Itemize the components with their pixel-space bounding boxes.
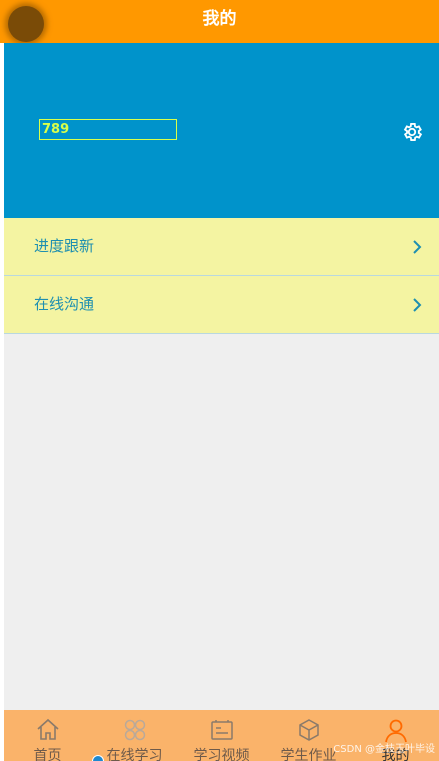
chevron-right-icon	[413, 298, 422, 312]
nav-label: 首页	[33, 748, 62, 761]
username-field[interactable]: 789	[39, 119, 177, 140]
profile-panel: 789	[4, 43, 439, 218]
nav-item-online-learning[interactable]: 在线学习	[91, 710, 178, 761]
home-icon	[36, 718, 59, 740]
nav-item-home[interactable]: 首页	[4, 710, 91, 761]
homework-icon	[298, 719, 319, 741]
nav-label: 在线学习	[106, 748, 163, 761]
menu-list: 进度跟新 在线沟通	[4, 218, 439, 334]
menu-item-chat[interactable]: 在线沟通	[4, 276, 439, 334]
chevron-right-icon	[413, 240, 422, 254]
notification-dot	[92, 755, 104, 761]
apps-icon	[124, 719, 145, 741]
menu-item-label: 在线沟通	[34, 295, 95, 313]
video-icon	[210, 720, 233, 740]
top-bar: 我的	[0, 0, 439, 43]
menu-item-progress[interactable]: 进度跟新	[4, 218, 439, 276]
page-title: 我的	[202, 9, 237, 29]
watermark: CSDN @金枝玉叶毕设	[333, 744, 435, 755]
settings-gear-icon[interactable]	[401, 121, 423, 143]
app-screen: 我的 789 进度跟新 在线沟通 首页 在线学习 学习视频 学生作业 我的 CS…	[0, 0, 439, 761]
nav-item-study-video[interactable]: 学习视频	[178, 710, 265, 761]
nav-label: 学习视频	[193, 748, 250, 761]
menu-item-label: 进度跟新	[34, 237, 95, 255]
